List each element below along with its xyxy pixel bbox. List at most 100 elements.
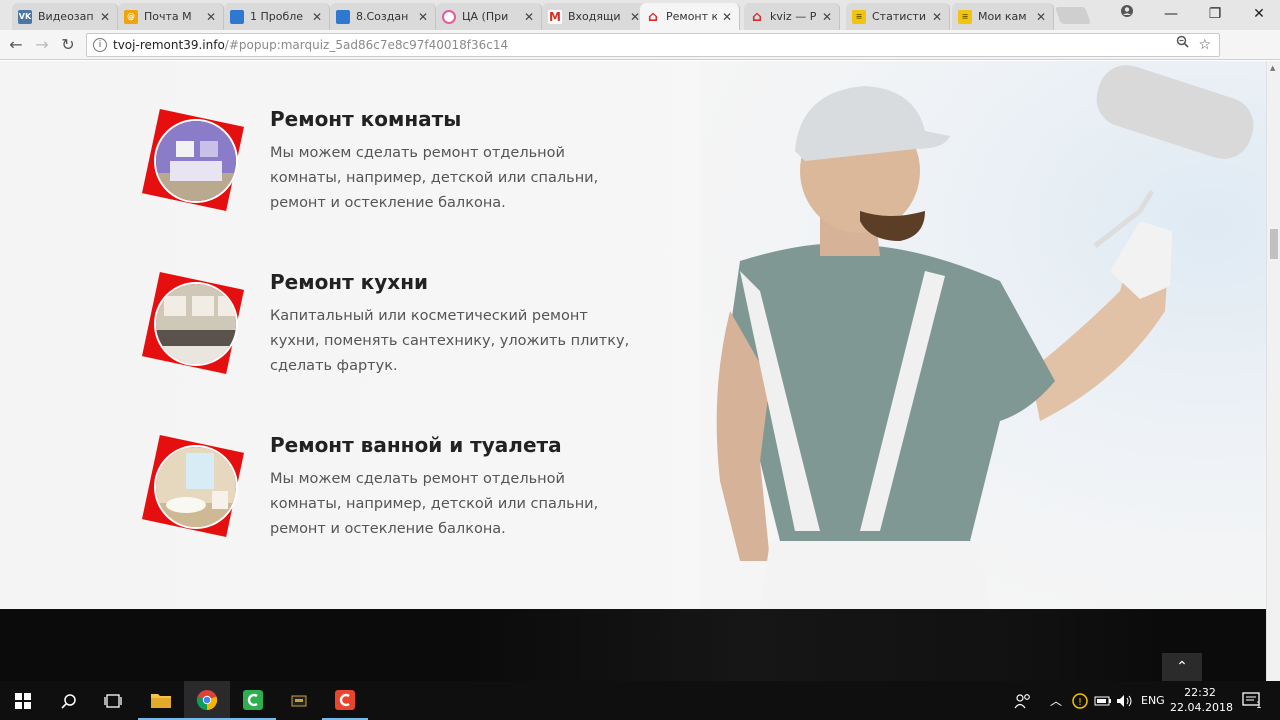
browser-tab[interactable]: @ Почта M ✕ [118,3,224,30]
file-explorer-icon[interactable] [138,681,184,720]
bookmark-star-icon[interactable]: ☆ [1198,34,1211,56]
tab-title: Видеозап [38,10,94,23]
tab-title: ЦА (При [462,10,509,23]
service-card: Ремонт комнаты Мы можем сделать ремонт о… [141,107,664,251]
people-icon[interactable] [1014,681,1032,720]
reload-button[interactable]: ↻ [58,35,78,55]
service-description: Мы можем сделать ремонт отдельной комнат… [270,145,599,211]
gmail-icon: M [548,9,562,24]
note-icon: ≡ [852,9,866,24]
service-title: Ремонт комнаты [270,107,462,131]
tab-title: kviz — Ре [770,10,817,23]
clock-date: 22.04.2018 [1170,701,1233,714]
house-icon: ⌂ [751,8,763,25]
scrollbar-thumb[interactable] [1270,229,1278,259]
chrome-icon[interactable] [184,681,230,720]
service-badge [141,434,245,538]
hero-image [700,61,1266,609]
volume-icon[interactable] [1116,681,1134,720]
close-icon[interactable]: ✕ [205,10,217,24]
notifications-icon[interactable]: 1 [1242,681,1262,720]
notifications-count: 1 [1256,700,1262,711]
service-card: Ремонт кухни Капитальный или косметическ… [141,270,664,414]
tab-title: Ремонт к [666,10,717,23]
dark-section [0,609,1266,681]
close-icon[interactable]: ✕ [1035,10,1047,24]
kitchen-photo [154,282,238,366]
vk-icon: VK [18,9,32,24]
forward-button[interactable]: → [32,35,52,55]
tab-title: Мои кам [978,10,1027,23]
dark-section-background [470,609,1160,681]
worker-illustration [716,65,1254,609]
new-tab-button[interactable] [1054,7,1092,24]
service-card: Ремонт ванной и туалета Мы можем сделать… [141,433,664,577]
task-view-icon[interactable] [90,681,136,720]
app-icon[interactable] [276,681,322,720]
browser-tab[interactable]: ⌂ kviz — Ре ✕ [744,3,840,30]
browser-tab[interactable]: ≡ Статисти ✕ [846,3,950,30]
browser-tab[interactable]: 8.Создан ✕ [330,3,436,30]
camtasia-recorder-icon[interactable] [322,681,368,720]
maximize-button[interactable]: ❐ [1204,4,1226,24]
tab-title: Входящи [568,10,621,23]
close-icon[interactable]: ✕ [931,10,943,24]
browser-tab[interactable]: M Входящи ✕ [542,3,648,30]
close-icon[interactable]: ✕ [417,10,429,24]
tab-title: 8.Создан [356,10,409,23]
browser-tab-strip: VK Видеозап ✕ @ Почта M ✕ 1 Пробле ✕ 8.С… [0,0,1280,30]
address-bar[interactable]: i tvoj-remont39.info/#popup:marquiz_5ad8… [86,33,1220,57]
warning-icon[interactable]: ! [1072,681,1088,720]
search-icon[interactable] [46,681,92,720]
scroll-to-top-button[interactable]: ⌃ [1162,653,1202,681]
minimize-button[interactable]: — [1160,4,1182,24]
camtasia-icon[interactable] [230,681,276,720]
folder-icon [336,9,350,24]
house-icon: ⌂ [647,8,659,25]
system-clock[interactable]: 22:32 22.04.2018 [1170,685,1233,715]
language-indicator[interactable]: ENG [1141,681,1165,720]
url-host: tvoj-remont39.info [113,38,225,52]
info-icon[interactable]: i [93,38,107,52]
mail-icon: @ [124,9,138,24]
battery-icon[interactable] [1094,681,1112,720]
service-title: Ремонт ванной и туалета [270,433,562,457]
url-text[interactable]: tvoj-remont39.info/#popup:marquiz_5ad86c… [113,34,508,56]
note-icon: ≡ [958,9,972,24]
close-icon[interactable]: ✕ [821,10,833,24]
tab-title: 1 Пробле [250,10,304,23]
svg-text:!: ! [1078,697,1082,708]
profile-icon[interactable] [1116,4,1138,24]
service-badge [141,271,245,375]
browser-tab-active[interactable]: ⌂ Ремонт к ✕ [640,3,740,30]
scroll-up-arrow-icon[interactable]: ▲ [1270,64,1275,72]
browser-tab[interactable]: ≡ Мои кам ✕ [952,3,1054,30]
clock-time: 22:32 [1184,686,1216,699]
tab-title: Статисти [872,10,926,23]
close-icon[interactable]: ✕ [721,10,733,24]
close-window-button[interactable]: ✕ [1248,4,1270,24]
room-photo [154,119,238,203]
page-content: Ремонт комнаты Мы можем сделать ремонт о… [0,61,1266,609]
windows-taskbar: ︿ ! ENG 22:32 22.04.2018 1 [0,681,1280,720]
folder-icon [230,9,244,24]
tab-title: Почта M [144,10,192,23]
browser-tab[interactable]: VK Видеозап ✕ [12,3,118,30]
service-badge [141,108,245,212]
service-description: Мы можем сделать ремонт отдельной комнат… [270,471,599,537]
back-button[interactable]: ← [6,35,26,55]
close-icon[interactable]: ✕ [311,10,323,24]
zoom-icon[interactable] [1176,34,1189,56]
browser-tab[interactable]: ЦА (При ✕ [436,3,542,30]
close-icon[interactable]: ✕ [99,10,111,24]
bathroom-photo [154,445,238,529]
service-description: Капитальный или косметический ремонт кух… [270,308,630,374]
url-path: /#popup:marquiz_5ad86c7e8c97f40018f36c14 [224,38,509,52]
page-scrollbar[interactable]: ▲ [1266,61,1280,681]
chevron-up-icon[interactable]: ︿ [1050,681,1062,720]
close-icon[interactable]: ✕ [523,10,535,24]
circle-icon [442,9,456,24]
service-title: Ремонт кухни [270,270,429,294]
windows-start-icon[interactable] [0,681,46,720]
browser-tab[interactable]: 1 Пробле ✕ [224,3,330,30]
